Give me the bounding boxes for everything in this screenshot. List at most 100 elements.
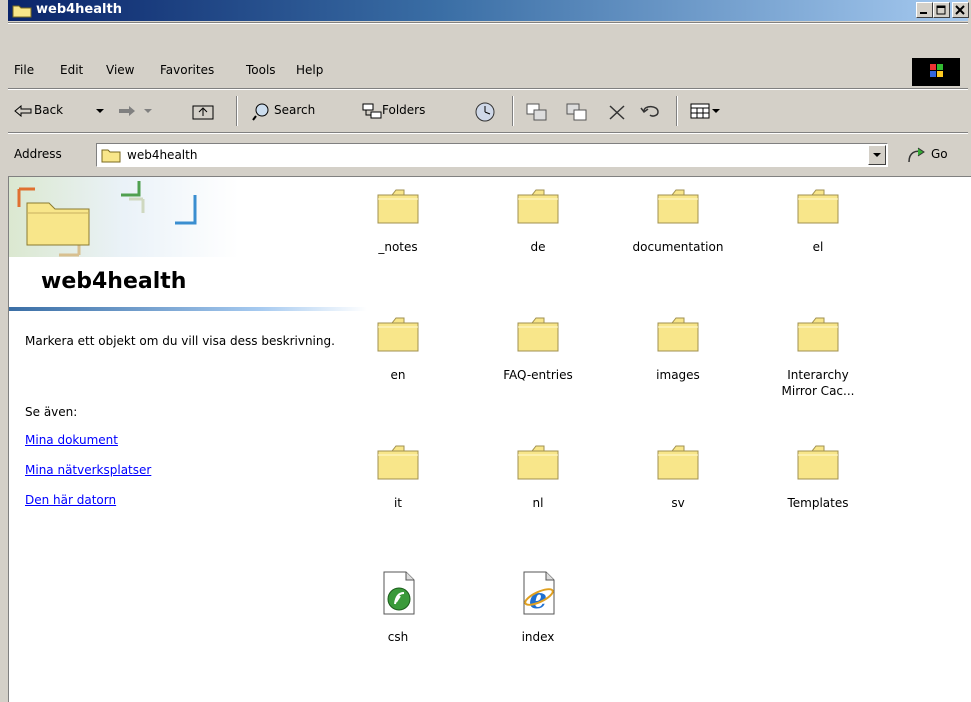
folders-label: Folders xyxy=(382,103,426,117)
up-folder-button[interactable] xyxy=(190,96,220,126)
folder-item[interactable]: images xyxy=(613,315,743,383)
folder-item[interactable]: _notes xyxy=(333,187,463,255)
back-label: Back xyxy=(34,103,64,117)
window-border xyxy=(0,176,8,701)
undo-button[interactable] xyxy=(640,96,666,126)
minimize-button[interactable] xyxy=(916,2,933,18)
folder-item[interactable]: de xyxy=(473,187,603,255)
views-button[interactable] xyxy=(690,96,730,126)
menu-edit[interactable]: Edit xyxy=(60,63,83,77)
separator xyxy=(8,132,968,134)
history-clock-icon xyxy=(475,102,495,122)
move-to-icon xyxy=(526,103,547,121)
item-label: Interarchy Mirror Cac... xyxy=(781,368,855,398)
folder-icon xyxy=(797,317,839,352)
toolbar-separator xyxy=(512,96,514,126)
address-label: Address xyxy=(14,147,62,161)
item-label: _notes xyxy=(378,240,418,254)
close-button[interactable] xyxy=(952,2,969,18)
menu-help[interactable]: Help xyxy=(296,63,323,77)
folder-item[interactable]: FAQ-entries xyxy=(473,315,603,383)
windows-logo xyxy=(912,58,960,86)
folders-button[interactable]: Folders xyxy=(362,96,458,126)
back-button[interactable]: Back xyxy=(14,96,114,126)
windows-flag-icon xyxy=(930,64,943,77)
folder-item[interactable]: Interarchy Mirror Cac... xyxy=(753,315,883,399)
search-button[interactable]: Search xyxy=(252,96,344,126)
go-label: Go xyxy=(931,147,948,161)
search-icon xyxy=(252,103,269,121)
item-label: documentation xyxy=(632,240,724,254)
folder-item[interactable]: sv xyxy=(613,443,743,511)
folder-item[interactable]: Templates xyxy=(753,443,883,511)
menu-tools[interactable]: Tools xyxy=(246,63,276,77)
minimize-icon xyxy=(920,12,927,14)
folder-item[interactable]: el xyxy=(753,187,883,255)
dreamweaver-file-icon xyxy=(383,571,415,615)
address-value: web4health xyxy=(127,148,198,162)
link-my-documents[interactable]: Mina dokument xyxy=(25,433,118,447)
title-underline xyxy=(9,307,367,311)
folder-item[interactable]: nl xyxy=(473,443,603,511)
item-label: de xyxy=(530,240,546,254)
info-pane: web4health Markera ett objekt om du vill… xyxy=(9,177,367,702)
folder-icon xyxy=(517,189,559,224)
chevron-down-icon xyxy=(873,153,881,157)
item-label: el xyxy=(812,240,824,254)
folder-icon xyxy=(657,189,699,224)
folder-icon xyxy=(12,5,32,18)
folder-icon xyxy=(517,445,559,480)
copy-to-button[interactable] xyxy=(566,96,592,126)
link-my-computer[interactable]: Den här datorn xyxy=(25,493,116,507)
item-label: index xyxy=(521,630,555,644)
chevron-down-icon xyxy=(96,109,104,113)
go-button[interactable]: Go xyxy=(902,142,962,168)
folder-description: Markera ett objekt om du vill visa dess … xyxy=(25,334,335,348)
item-label: en xyxy=(390,368,406,382)
title-bar[interactable]: web4health xyxy=(8,0,969,21)
folder-item[interactable]: en xyxy=(333,315,463,383)
forward-button[interactable] xyxy=(118,96,174,126)
item-label: csh xyxy=(387,630,409,644)
menu-view[interactable]: View xyxy=(106,63,134,77)
menu-favorites[interactable]: Favorites xyxy=(160,63,214,77)
delete-x-icon xyxy=(609,105,625,120)
folder-title: web4health xyxy=(41,269,187,294)
maximize-button[interactable] xyxy=(933,2,950,18)
item-label: nl xyxy=(532,496,544,510)
toolbar-separator xyxy=(236,96,238,126)
file-item[interactable]: e index xyxy=(473,571,603,645)
item-label: images xyxy=(656,368,700,382)
delete-button[interactable] xyxy=(606,96,632,126)
forward-arrow-icon xyxy=(119,106,135,116)
folder-item[interactable]: it xyxy=(333,443,463,511)
explorer-window: web4health File Edit View Favorites Tool… xyxy=(0,0,971,702)
folder-icon xyxy=(797,189,839,224)
history-button[interactable] xyxy=(474,96,500,126)
folder-icon xyxy=(101,149,121,163)
item-label: FAQ-entries xyxy=(503,368,573,382)
item-label: sv xyxy=(671,496,685,510)
views-grid-icon xyxy=(690,103,710,119)
folder-icon xyxy=(657,445,699,480)
undo-icon xyxy=(640,105,659,117)
separator xyxy=(8,22,968,24)
folder-icon xyxy=(657,317,699,352)
separator xyxy=(8,88,968,90)
folder-item[interactable]: documentation xyxy=(613,187,743,255)
content-area: web4health Markera ett objekt om du vill… xyxy=(8,176,971,702)
menu-file[interactable]: File xyxy=(14,63,34,77)
folder-icon xyxy=(517,317,559,352)
link-my-network-places[interactable]: Mina nätverksplatser xyxy=(25,463,151,477)
folder-icon xyxy=(377,445,419,480)
window-title: web4health xyxy=(36,2,122,17)
move-to-button[interactable] xyxy=(526,96,552,126)
address-dropdown-button[interactable] xyxy=(868,145,886,165)
folder-icon xyxy=(377,317,419,352)
svg-text:e: e xyxy=(529,582,547,615)
file-item[interactable]: csh xyxy=(333,571,463,645)
chevron-down-icon xyxy=(712,109,720,113)
address-field[interactable]: web4health xyxy=(96,143,888,167)
item-label: it xyxy=(393,496,403,510)
toolbar-separator xyxy=(676,96,678,126)
